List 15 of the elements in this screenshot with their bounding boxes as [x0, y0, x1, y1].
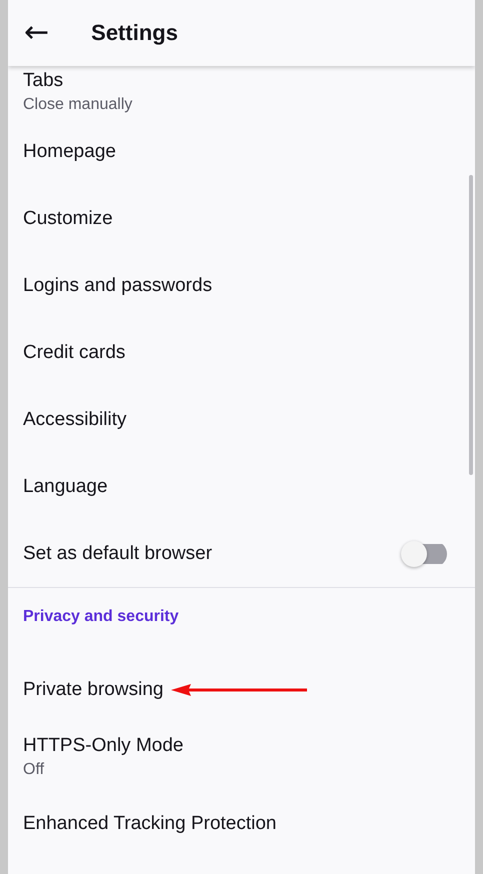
section-header: Privacy and security	[22, 607, 180, 627]
screen-title: Settings	[91, 20, 178, 46]
settings-item[interactable]: Language	[8, 453, 475, 520]
settings-item[interactable]: Tabs Close manually	[8, 66, 475, 118]
settings-item[interactable]: Homepage	[8, 118, 475, 185]
setting-label: Set as default browser	[23, 542, 212, 564]
settings-item[interactable]: Accessibility	[8, 386, 475, 453]
toggle-switch[interactable]	[401, 540, 447, 566]
settings-item[interactable]: Customize	[8, 185, 475, 252]
settings-item[interactable]: Logins and passwords	[8, 252, 475, 319]
settings-item[interactable]: Credit cards	[8, 319, 475, 386]
settings-item[interactable]: Private browsing	[8, 656, 475, 723]
settings-item[interactable]: Enhanced Tracking Protection	[8, 790, 475, 857]
settings-item[interactable]: HTTPS-Only Mode Off	[8, 723, 475, 790]
back-button[interactable]: ←	[22, 18, 52, 48]
